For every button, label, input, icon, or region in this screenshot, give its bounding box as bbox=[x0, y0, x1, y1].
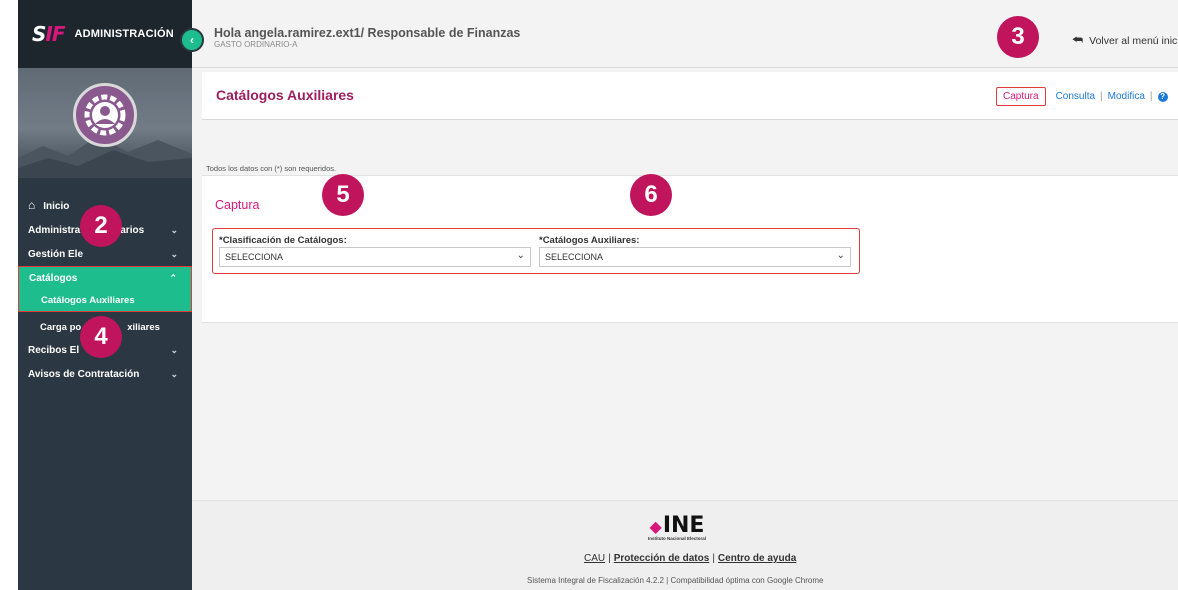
sidebar-subitem-catalogos-auxiliares[interactable]: Catálogos Auxiliares bbox=[18, 290, 192, 312]
tab-modifica[interactable]: Modifica bbox=[1108, 91, 1145, 102]
footer-links: CAU | Protección de datos | Centro de ayuda bbox=[584, 553, 796, 564]
select-value: SELECCIONA bbox=[545, 252, 604, 262]
system-info: Sistema Integral de Fiscalización 4.2.2 … bbox=[527, 576, 824, 585]
ine-logo-subtitle: Instituto Nacional Electoral bbox=[647, 536, 706, 541]
back-to-menu-link[interactable]: ⮪ Volver al menú inic bbox=[1072, 33, 1177, 48]
profile-banner bbox=[18, 68, 192, 178]
step-badge-4: 4 bbox=[80, 316, 122, 358]
sidebar-item-label: Catálogos bbox=[29, 273, 78, 284]
reply-arrow-icon: ⮪ bbox=[1072, 33, 1084, 47]
select-value: SELECCIONA bbox=[225, 252, 284, 262]
sidebar-item-label: Recibos El bbox=[28, 344, 80, 356]
help-center-link[interactable]: Centro de ayuda bbox=[718, 553, 796, 564]
sidebar-item-avisos[interactable]: Avisos de Contratación ⌄ bbox=[18, 362, 192, 386]
page-title: Catálogos Auxiliares bbox=[216, 87, 354, 103]
sidebar-item-catalogos[interactable]: Catálogos ⌃ bbox=[18, 266, 192, 290]
back-label: Volver al menú inic bbox=[1089, 35, 1178, 47]
section-title: Captura bbox=[215, 198, 260, 212]
app-logo[interactable]: SIF ADMINISTRACIÓN bbox=[32, 22, 174, 46]
step-badge-5: 5 bbox=[322, 174, 364, 216]
action-links: Captura Consulta | Modifica | ? bbox=[996, 87, 1168, 106]
separator: | bbox=[1149, 91, 1153, 102]
privacy-link[interactable]: Protección de datos bbox=[614, 553, 710, 564]
ine-logo-text: INE bbox=[662, 513, 705, 538]
required-note: Todos los datos con (*) son requeridos. bbox=[206, 164, 337, 173]
separator: | bbox=[608, 553, 611, 564]
auxiliary-catalog-label: *Catálogos Auxiliares: bbox=[539, 235, 640, 246]
classification-select[interactable]: SELECCIONA ⌄ bbox=[219, 247, 531, 267]
page-titlebar: Catálogos Auxiliares Captura Consulta | … bbox=[202, 72, 1178, 120]
sidebar-item-label: Gestión Ele bbox=[28, 248, 84, 260]
sidebar-item-label-tail: arios bbox=[120, 224, 145, 236]
footer: ◆INE Instituto Nacional Electoral CAU | Pr… bbox=[192, 500, 1178, 590]
help-icon[interactable]: ? bbox=[1157, 91, 1168, 102]
chevron-down-icon: ⌄ bbox=[170, 344, 178, 355]
separator: | bbox=[712, 553, 715, 564]
capture-form: *Clasificación de Catálogos: SELECCIONA … bbox=[212, 228, 860, 274]
auxiliary-catalog-select[interactable]: SELECCIONA ⌄ bbox=[539, 247, 851, 267]
chevron-left-icon: ‹ bbox=[190, 33, 194, 47]
tab-consulta[interactable]: Consulta bbox=[1056, 91, 1095, 102]
separator: | bbox=[1100, 91, 1103, 102]
user-greeting: Hola angela.ramirez.ext1/ Responsable de… bbox=[214, 26, 521, 40]
step-badge-2: 2 bbox=[80, 205, 122, 247]
chevron-down-icon: ⌄ bbox=[170, 248, 178, 259]
cau-link[interactable]: CAU bbox=[584, 553, 605, 564]
home-icon: ⌂ bbox=[28, 198, 36, 212]
collapse-sidebar-button[interactable]: ‹ bbox=[180, 28, 204, 52]
avatar[interactable] bbox=[73, 83, 137, 147]
sidebar-item-label: Catálogos Auxiliares bbox=[41, 295, 135, 306]
ine-logo: ◆INE Instituto Nacional Electoral bbox=[622, 513, 732, 541]
sidebar-item-label: Inicio bbox=[43, 201, 70, 212]
sidebar-item-label: Avisos de Contratación bbox=[28, 368, 140, 380]
user-gear-icon bbox=[84, 94, 126, 136]
sidebar-item-label: Administra bbox=[28, 224, 81, 236]
chevron-down-icon: ⌄ bbox=[170, 368, 178, 379]
user-context: GASTO ORDINARIO-A bbox=[214, 40, 298, 49]
classification-label: *Clasificación de Catálogos: bbox=[219, 235, 347, 246]
chevron-down-icon: ⌄ bbox=[836, 250, 845, 261]
sidebar-header: SIF ADMINISTRACIÓN ‹ bbox=[18, 0, 204, 68]
chevron-down-icon: ⌄ bbox=[516, 250, 525, 261]
step-badge-6: 6 bbox=[630, 174, 672, 216]
sif-logo-icon: SIF bbox=[32, 22, 66, 46]
chevron-up-icon: ⌃ bbox=[169, 273, 177, 283]
step-badge-3: 3 bbox=[997, 16, 1039, 58]
chevron-down-icon: ⌄ bbox=[170, 224, 178, 235]
sidebar: SIF ADMINISTRACIÓN ‹ ⌂ Inicio Administra… bbox=[18, 0, 204, 590]
tab-captura[interactable]: Captura bbox=[996, 87, 1046, 106]
sidebar-item-label: Carga po bbox=[40, 321, 82, 333]
diamond-icon: ◆ bbox=[649, 517, 662, 536]
app-frame: SIF ADMINISTRACIÓN ‹ ⌂ Inicio Administra… bbox=[18, 0, 1178, 590]
sidebar-item-label-tail: xiliares bbox=[127, 321, 160, 333]
app-title: ADMINISTRACIÓN bbox=[74, 28, 174, 40]
